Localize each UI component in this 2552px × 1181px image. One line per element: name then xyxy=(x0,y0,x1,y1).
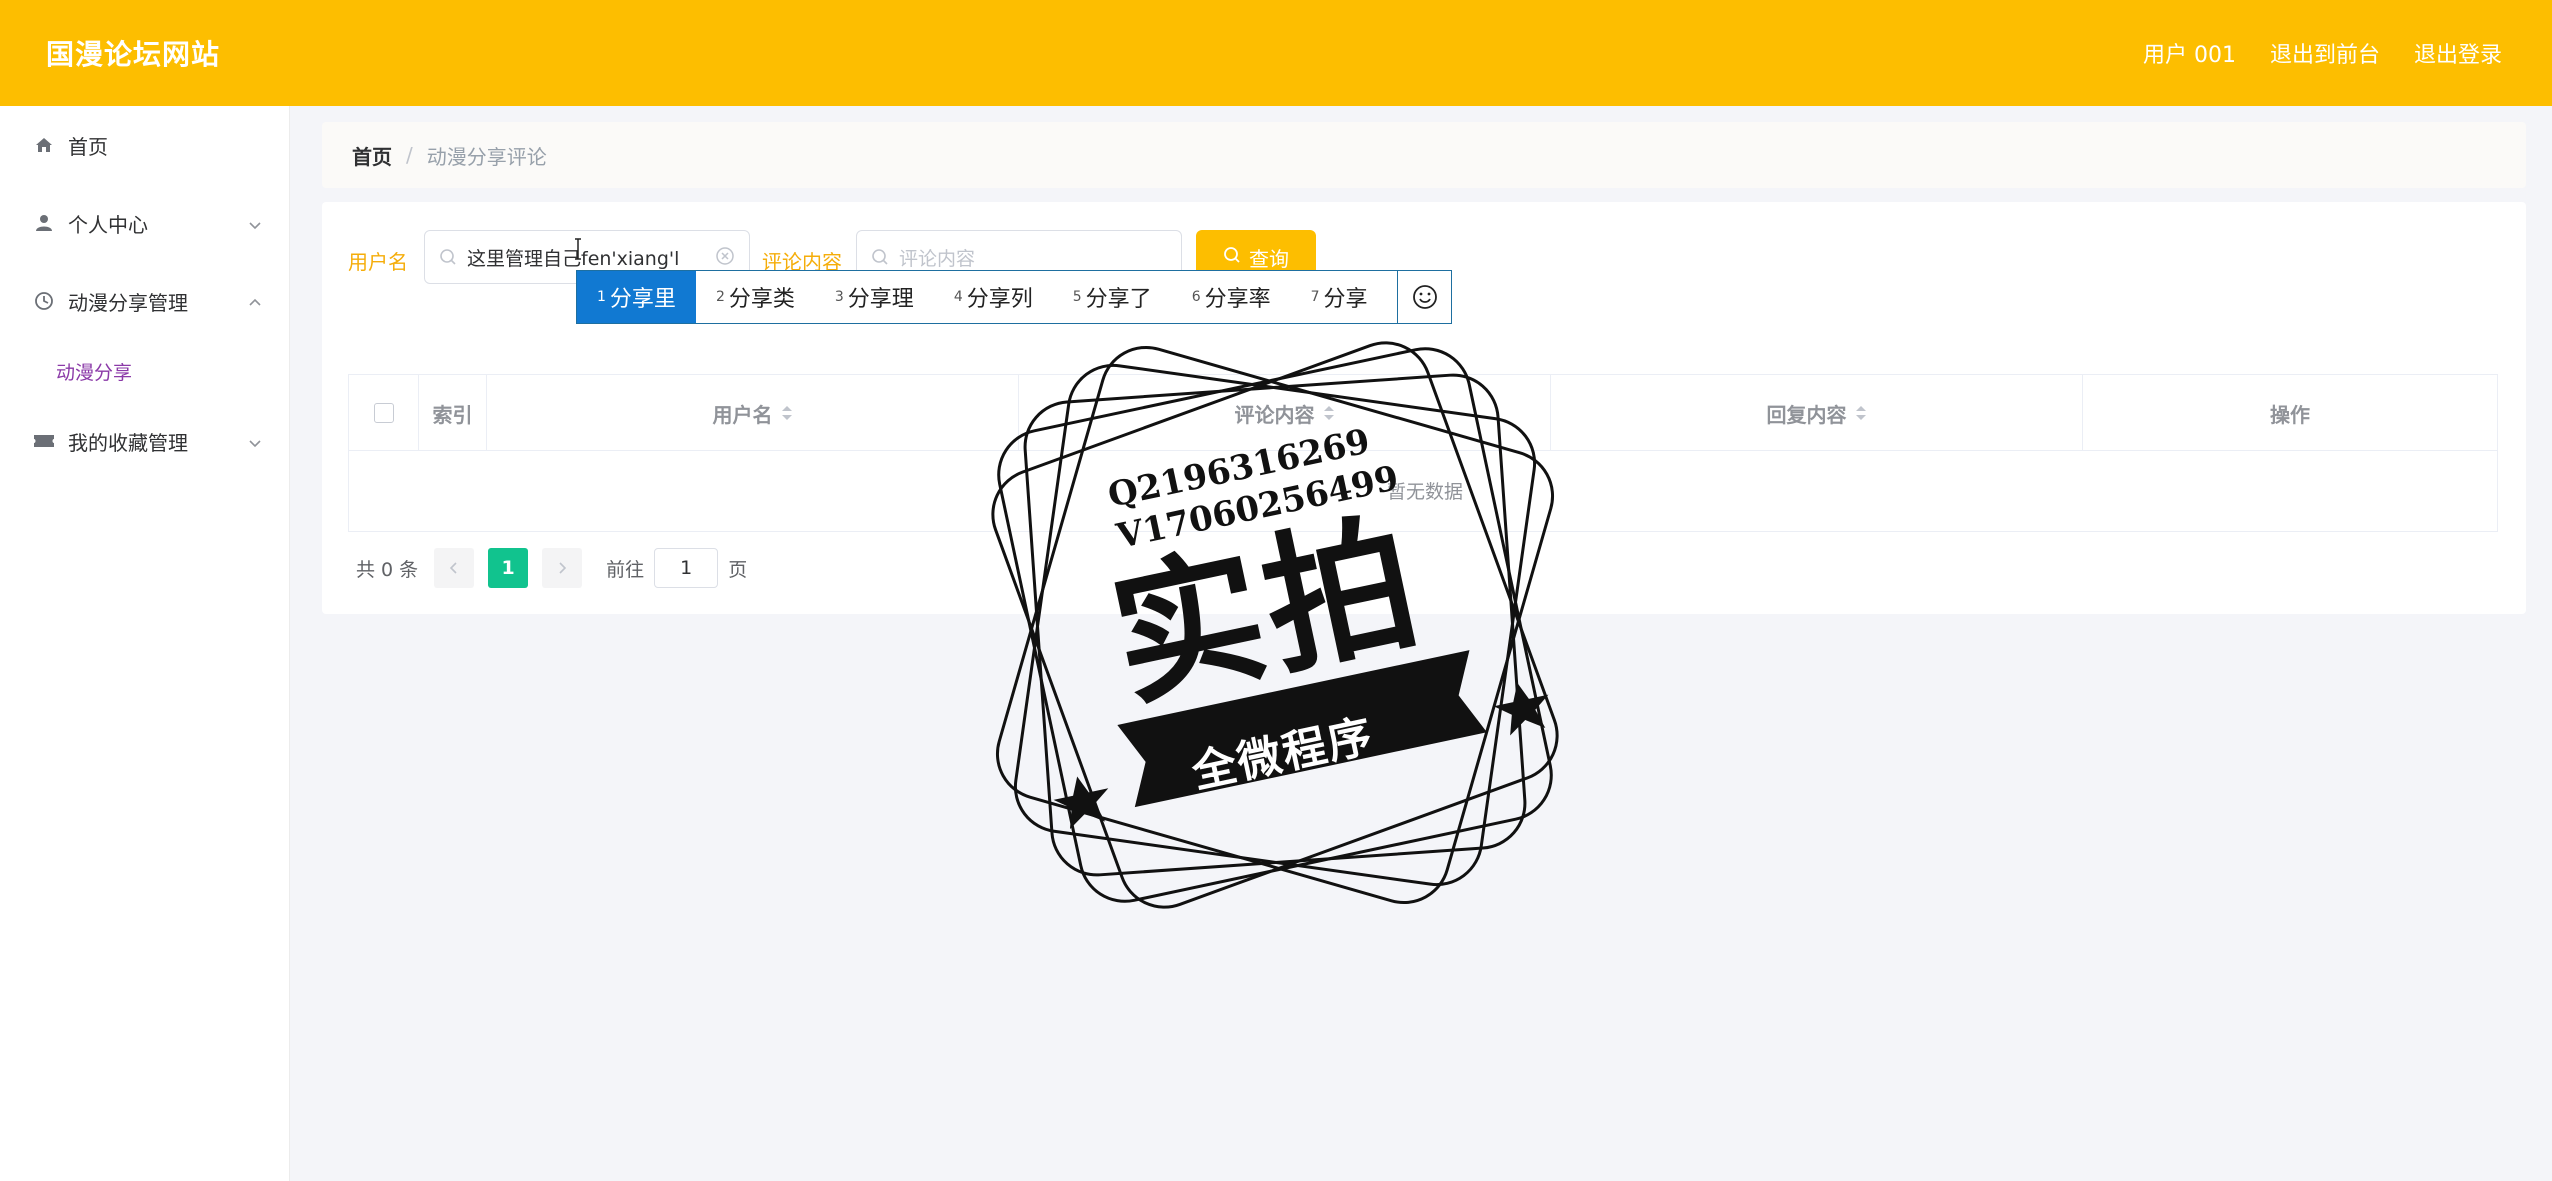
prev-page-button[interactable] xyxy=(434,548,475,588)
search-icon xyxy=(439,248,457,266)
table-header-index: 索引 xyxy=(419,375,487,451)
ime-candidate[interactable]: 2 分享类 xyxy=(696,271,815,323)
chevron-right-icon xyxy=(559,562,567,574)
chevron-down-icon xyxy=(247,432,263,456)
watermark-stamp: Q2196316269 V17060256499 实拍 全微程序 xyxy=(990,340,1560,910)
ime-candidate[interactable]: 7 分享 xyxy=(1291,271,1388,323)
search-button-label: 查询 xyxy=(1249,246,1289,271)
ime-candidate[interactable]: 6 分享率 xyxy=(1172,271,1291,323)
ime-candidate-number: 6 xyxy=(1191,289,1201,305)
table-header-reply[interactable]: 回复内容 xyxy=(1551,375,2083,451)
ime-candidate-number: 2 xyxy=(715,289,725,305)
top-header: 国漫论坛网站 用户 001 退出到前台 退出登录 xyxy=(0,0,2552,106)
ime-candidate-bar: 1 分享里 2 分享类 3 分享理 4 分享列 5 分享了 6 分享率 7 分享 xyxy=(576,270,1452,324)
breadcrumb-separator: / xyxy=(406,143,413,167)
clear-icon[interactable] xyxy=(715,246,735,271)
goto-page-input[interactable]: 1 xyxy=(654,548,719,588)
ime-candidate-number: 4 xyxy=(953,289,963,305)
column-label: 操作 xyxy=(2270,402,2310,427)
sidebar-item-label: 动漫分享管理 xyxy=(68,290,188,315)
sidebar-subitem-anime-share[interactable]: 动漫分享 xyxy=(0,340,289,402)
current-user-link[interactable]: 用户 001 xyxy=(2143,37,2236,69)
sidebar-item-label: 个人中心 xyxy=(68,212,148,237)
username-label: 用户名 xyxy=(348,250,408,274)
user-icon xyxy=(32,211,56,235)
clock-icon xyxy=(32,289,56,313)
chevron-left-icon xyxy=(450,562,457,574)
ime-candidate-number: 1 xyxy=(597,289,606,305)
back-to-front-link[interactable]: 退出到前台 xyxy=(2270,37,2380,69)
goto-label: 前往 xyxy=(606,558,645,581)
breadcrumb-current: 动漫分享评论 xyxy=(426,144,547,169)
table-header-select xyxy=(349,375,419,451)
search-icon xyxy=(1223,245,1241,269)
ime-candidate-number: 5 xyxy=(1072,289,1082,305)
ime-candidate-text: 分享理 xyxy=(847,287,914,312)
home-icon xyxy=(32,133,56,157)
page-suffix: 页 xyxy=(728,558,748,581)
column-label: 回复内容 xyxy=(1766,402,1847,427)
emoji-icon[interactable] xyxy=(1397,271,1451,323)
sidebar-item-anime-share-mgmt[interactable]: 动漫分享管理 xyxy=(0,262,289,340)
column-label: 用户名 xyxy=(712,402,773,427)
header-actions: 用户 001 退出到前台 退出登录 xyxy=(2143,37,2502,69)
ime-candidate-text: 分享了 xyxy=(1085,287,1152,312)
ime-candidate-number: 3 xyxy=(834,289,844,305)
sort-icon[interactable] xyxy=(781,405,793,421)
ime-candidate-text: 分享率 xyxy=(1204,287,1271,312)
comment-input-placeholder: 评论内容 xyxy=(899,247,976,270)
ime-candidate-text: 分享 xyxy=(1323,287,1368,312)
ime-candidate-text: 分享里 xyxy=(609,287,676,312)
ime-candidate[interactable]: 5 分享了 xyxy=(1053,271,1172,323)
table-header-actions: 操作 xyxy=(2083,375,2497,451)
sidebar-item-profile[interactable]: 个人中心 xyxy=(0,184,289,262)
breadcrumb: 首页 / 动漫分享评论 xyxy=(322,122,2526,188)
ime-candidate-number: 7 xyxy=(1310,289,1320,305)
ime-candidate-text: 分享类 xyxy=(728,287,795,312)
next-page-button[interactable] xyxy=(542,548,583,588)
column-label: 索引 xyxy=(432,402,473,427)
sidebar-subitem-label: 动漫分享 xyxy=(56,361,133,384)
sidebar-item-label: 首页 xyxy=(68,134,108,159)
table-header-username[interactable]: 用户名 xyxy=(487,375,1019,451)
logout-link[interactable]: 退出登录 xyxy=(2414,37,2502,69)
pagination-total: 共 0 条 xyxy=(356,558,419,581)
chevron-up-icon xyxy=(247,292,263,316)
sidebar: 首页 个人中心 动漫分享管理 动漫分享 我的收藏管理 xyxy=(0,106,290,1181)
text-cursor-icon xyxy=(573,238,583,264)
sidebar-item-home[interactable]: 首页 xyxy=(0,106,289,184)
page-number-current[interactable]: 1 xyxy=(488,548,529,588)
select-all-checkbox[interactable] xyxy=(373,403,394,423)
sidebar-item-favorites-mgmt[interactable]: 我的收藏管理 xyxy=(0,402,289,480)
sidebar-item-label: 我的收藏管理 xyxy=(68,430,188,455)
sort-icon[interactable] xyxy=(1855,405,1867,421)
ime-candidate[interactable]: 3 分享理 xyxy=(815,271,934,323)
ime-candidate-text: 分享列 xyxy=(966,287,1033,312)
ime-candidate[interactable]: 4 分享列 xyxy=(934,271,1053,323)
chevron-down-icon xyxy=(247,214,263,238)
breadcrumb-home[interactable]: 首页 xyxy=(352,141,392,170)
search-icon xyxy=(871,248,889,266)
pagination: 共 0 条 1 前往 1 页 xyxy=(356,548,747,588)
ime-candidate[interactable]: 1 分享里 xyxy=(577,271,696,323)
site-title: 国漫论坛网站 xyxy=(46,38,221,71)
ticket-icon xyxy=(32,429,56,453)
